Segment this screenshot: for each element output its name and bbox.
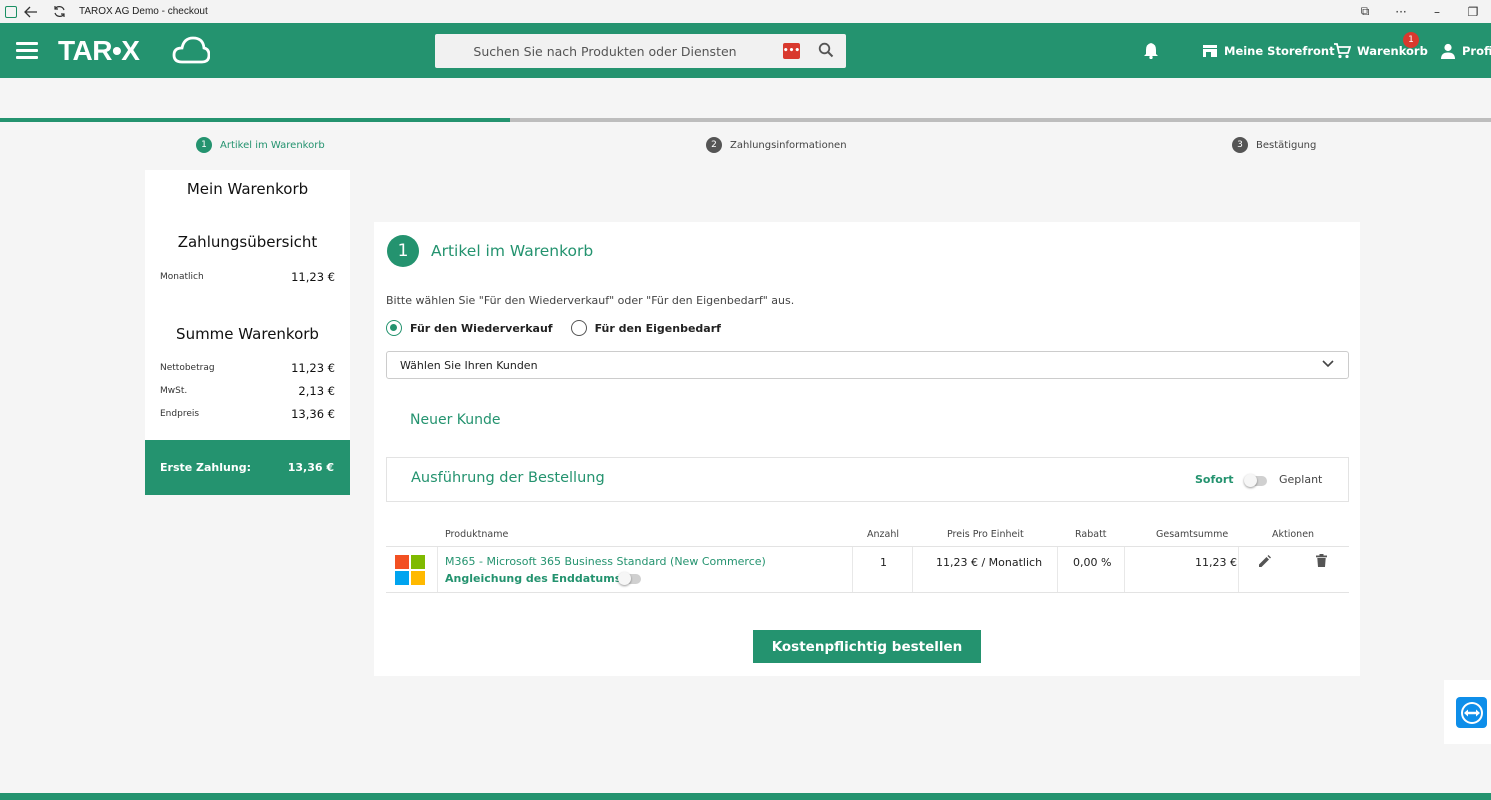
app-header: TAR•X ••• Meine Storefront Warenkorb 1 P… [0,23,1491,78]
monthly-row: Monatlich 11,23 € [160,270,335,284]
screen-share-icon[interactable]: ⧉ [1347,0,1383,23]
monthly-value: 11,23 € [291,270,335,284]
first-payment-value: 13,36 € [287,461,334,474]
notifications-button[interactable] [1143,23,1165,78]
table-divider [386,592,1349,593]
step-number: 1 [196,137,212,153]
window-titlebar: TAROX AG Demo - checkout ⧉ ··· – ❐ [0,0,1491,23]
cart-count-badge: 1 [1403,32,1419,48]
profile-label: Profil [1462,43,1491,58]
vat-value: 2,13 € [298,384,335,398]
footer-bar [0,793,1491,800]
cart-summary-title: Mein Warenkorb [186,180,309,198]
purpose-hint: Bitte wählen Sie "Für den Wiederverkauf"… [386,294,795,307]
discount-value: 0,00 % [1073,556,1112,569]
step-cart-items[interactable]: 1 Artikel im Warenkorb [196,137,325,153]
total-value: 13,36 € [291,407,335,421]
cart-summary-card: Mein Warenkorb Zahlungsübersicht Monatli… [145,170,350,440]
step-label: Zahlungsinformationen [730,139,847,151]
step-confirmation[interactable]: 3 Bestätigung [1232,137,1316,153]
more-options-icon[interactable]: ··· [1383,0,1419,23]
window-title: TAROX AG Demo - checkout [79,6,208,17]
teamviewer-widget[interactable] [1444,680,1491,744]
chevron-down-icon [1322,360,1334,368]
store-icon [1203,44,1217,57]
first-payment-bar: Erste Zahlung: 13,36 € [145,440,350,495]
cart-link[interactable]: Warenkorb [1334,23,1428,78]
col-header-total: Gesamtsumme [1156,529,1229,540]
table-divider [386,546,1349,547]
customer-select[interactable]: Wählen Sie Ihren Kunden [386,351,1349,379]
end-date-alignment-toggle[interactable] [618,572,641,585]
col-header-product: Produktname [445,529,509,540]
quantity-value: 1 [880,556,887,569]
monthly-label: Monatlich [160,272,204,282]
purpose-radio-group: Für den Wiederverkauf Für den Eigenbedar… [386,320,721,336]
user-icon [1441,43,1455,59]
unit-price-value: 11,23 € / Monatlich [936,556,1043,569]
first-payment-label: Erste Zahlung: [160,461,251,474]
storefront-link[interactable]: Meine Storefront [1202,23,1335,78]
app-icon [5,5,17,18]
total-label: Endpreis [160,409,200,419]
cart-icon [1334,42,1351,58]
restore-icon[interactable]: ❐ [1455,0,1491,23]
step-number: 2 [706,137,722,153]
cart-label: Warenkorb [1357,43,1428,58]
storefront-label: Meine Storefront [1224,43,1335,58]
profile-link[interactable]: Profil [1440,23,1491,78]
vat-label: MwSt. [160,386,188,396]
search-input[interactable] [435,34,775,68]
password-manager-icon[interactable]: ••• [783,43,800,59]
total-row: Endpreis 13,36 € [160,407,335,421]
customer-select-value: Wählen Sie Ihren Kunden [400,358,538,372]
bell-icon [1144,43,1158,59]
payment-overview-heading: Zahlungsübersicht [177,233,318,251]
net-label: Nettobetrag [160,363,215,373]
new-customer-link[interactable]: Neuer Kunde [410,412,501,428]
teamviewer-icon [1456,697,1487,728]
radio-resale[interactable] [386,320,402,336]
refresh-icon[interactable] [45,0,73,23]
tarox-logo[interactable]: TAR•X [58,35,140,67]
checkout-progress-fill [0,118,510,122]
section-step-number: 1 [387,235,419,267]
microsoft-logo-icon [395,555,425,585]
edit-pencil-icon[interactable] [1258,555,1271,568]
step-label: Bestätigung [1256,139,1317,151]
cart-sum-heading: Summe Warenkorb [176,325,319,343]
vat-row: MwSt. 2,13 € [160,384,335,398]
radio-own-use[interactable] [570,320,587,336]
order-execution-title: Ausführung der Bestellung [411,470,605,486]
menu-icon[interactable] [16,42,38,59]
end-date-alignment-label: Angleichung des Enddatums [445,572,622,585]
step-number: 3 [1232,137,1248,153]
search-icon[interactable] [818,42,834,58]
product-name-link[interactable]: M365 - Microsoft 365 Business Standard (… [445,555,766,568]
col-header-discount: Rabatt [1075,529,1107,540]
delete-trash-icon[interactable] [1316,554,1327,567]
execution-toggle[interactable] [1244,474,1267,487]
col-header-quantity: Anzahl [867,529,899,540]
immediate-label: Sofort [1195,473,1234,486]
cart-items-card: 1 Artikel im Warenkorb Bitte wählen Sie … [374,222,1360,676]
back-arrow-icon[interactable] [17,0,45,23]
col-header-actions: Aktionen [1272,529,1315,540]
radio-resale-label[interactable]: Für den Wiederverkauf [410,322,553,335]
order-execution-panel: Ausführung der Bestellung Sofort Geplant [386,457,1349,502]
search-bar: ••• [435,34,846,68]
net-value: 11,23 € [291,361,335,375]
col-header-unit-price: Preis Pro Einheit [947,529,1024,540]
place-order-button[interactable]: Kostenpflichtig bestellen [753,630,981,663]
total-value-cell: 11,23 € [1195,556,1237,569]
radio-own-use-label[interactable]: Für den Eigenbedarf [595,322,721,335]
net-row: Nettobetrag 11,23 € [160,361,335,375]
section-title: Artikel im Warenkorb [431,242,594,260]
scheduled-label: Geplant [1279,473,1323,486]
minimize-icon[interactable]: – [1419,0,1455,23]
cloud-icon [172,36,210,64]
step-label: Artikel im Warenkorb [220,139,325,151]
step-payment-info[interactable]: 2 Zahlungsinformationen [706,137,847,153]
